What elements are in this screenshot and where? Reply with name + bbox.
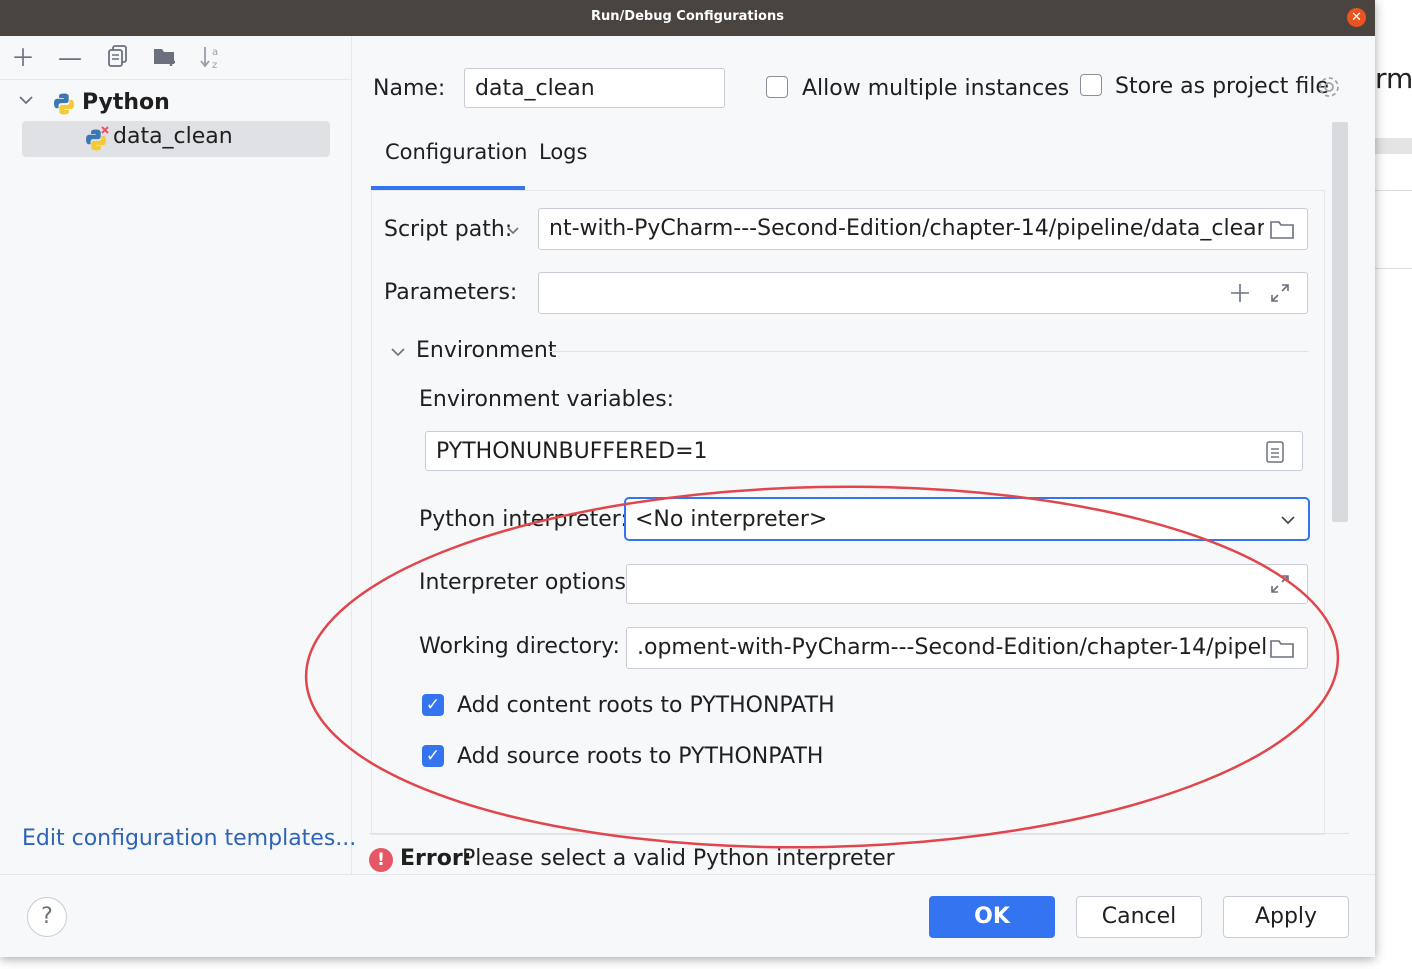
allow-multiple-checkbox[interactable] [766,76,788,98]
svg-text:a: a [212,47,218,58]
interp-options-field[interactable] [626,564,1308,604]
name-value: data_clean [475,76,595,101]
error-prefix: Error: [400,846,472,871]
add-source-roots-checkbox[interactable]: ✓ [422,745,444,767]
tab-logs[interactable]: Logs [539,140,587,164]
add-content-roots-label: Add content roots to PYTHONPATH [457,693,835,718]
parameters-field[interactable] [538,272,1308,314]
script-path-field[interactable]: nt-with-PyCharm---Second-Edition/chapter… [538,208,1308,250]
title-bar: Run/Debug Configurations ✕ [0,0,1375,36]
chevron-down-icon[interactable] [1280,511,1296,533]
section-separator [550,351,1308,352]
background-window: rma [1375,0,1412,969]
chevron-down-icon[interactable] [390,343,406,365]
python-icon [52,92,76,116]
background-bar [1375,138,1412,154]
script-path-value: nt-with-PyCharm---Second-Edition/chapter… [549,216,1264,241]
name-label: Name: [373,76,446,101]
folder-icon[interactable] [1269,637,1295,664]
interp-options-label: Interpreter options: [419,570,634,595]
tab-configuration[interactable]: Configuration [385,140,527,164]
ok-button[interactable]: OK [929,896,1055,938]
error-text: Please select a valid Python interpreter [462,846,895,871]
sort-icon[interactable]: az [197,44,227,72]
close-button[interactable]: ✕ [1347,8,1366,27]
tree-group-python[interactable]: Python [0,88,351,122]
allow-multiple-label: Allow multiple instances [802,76,1070,101]
run-debug-dialog: Run/Debug Configurations ✕ ＋ — az Python… [0,0,1375,957]
working-dir-field[interactable]: .opment-with-PyCharm---Second-Edition/ch… [626,627,1308,669]
add-source-roots-label: Add source roots to PYTHONPATH [457,744,824,769]
background-text: rma [1375,62,1412,95]
interpreter-label: Python interpreter: [419,507,628,532]
environment-section-title[interactable]: Environment [416,338,556,363]
cancel-button[interactable]: Cancel [1076,896,1202,938]
python-config-error-icon [84,126,109,151]
interpreter-value: <No interpreter> [635,507,828,532]
configuration-content: Script path: nt-with-PyCharm---Second-Ed… [371,190,1325,835]
folder-icon[interactable] [1269,218,1295,245]
new-folder-icon[interactable] [151,44,181,72]
document-icon[interactable] [1264,440,1286,469]
window-title: Run/Debug Configurations [591,9,784,24]
vertical-scrollbar[interactable] [1332,122,1348,522]
interpreter-select[interactable]: <No interpreter> [624,497,1310,541]
error-icon: ! [369,848,393,872]
env-vars-field[interactable]: PYTHONUNBUFFERED=1 [425,431,1303,471]
tree-group-label: Python [82,90,170,115]
env-vars-label: Environment variables: [419,387,675,412]
copy-icon[interactable] [103,44,133,72]
tree-item-label: data_clean [113,124,233,149]
store-project-label: Store as project file [1115,74,1329,99]
config-tree-panel: ＋ — az Python data_clean Edit configurat… [0,36,356,874]
help-button[interactable]: ? [27,897,67,937]
script-path-label[interactable]: Script path: [384,217,512,242]
tree-toolbar: ＋ — az [0,36,351,80]
background-divider [1375,268,1412,269]
gear-icon[interactable] [1316,74,1342,105]
error-separator [369,833,1349,834]
tree-item-data-clean[interactable]: data_clean [22,121,330,157]
dialog-button-bar: ? OK Cancel Apply [0,874,1375,957]
expand-icon[interactable] [1269,282,1291,309]
apply-button[interactable]: Apply [1223,896,1349,938]
add-macro-icon[interactable] [1229,282,1251,309]
env-vars-value: PYTHONUNBUFFERED=1 [436,439,708,464]
edit-templates-link[interactable]: Edit configuration templates... [22,826,356,851]
background-divider [1375,190,1412,191]
add-icon[interactable]: ＋ [8,44,38,72]
working-dir-label: Working directory: [419,634,620,659]
chevron-down-icon[interactable] [18,92,34,112]
svg-text:z: z [212,60,217,70]
expand-icon[interactable] [1269,573,1291,600]
chevron-down-icon[interactable] [506,221,520,243]
store-project-checkbox[interactable] [1080,74,1102,96]
name-field[interactable]: data_clean [464,68,725,108]
add-content-roots-checkbox[interactable]: ✓ [422,694,444,716]
working-dir-value: .opment-with-PyCharm---Second-Edition/ch… [637,635,1267,660]
parameters-label: Parameters: [384,280,518,305]
remove-icon[interactable]: — [55,44,85,72]
config-editor-panel: Name: data_clean Allow multiple instance… [352,36,1375,874]
